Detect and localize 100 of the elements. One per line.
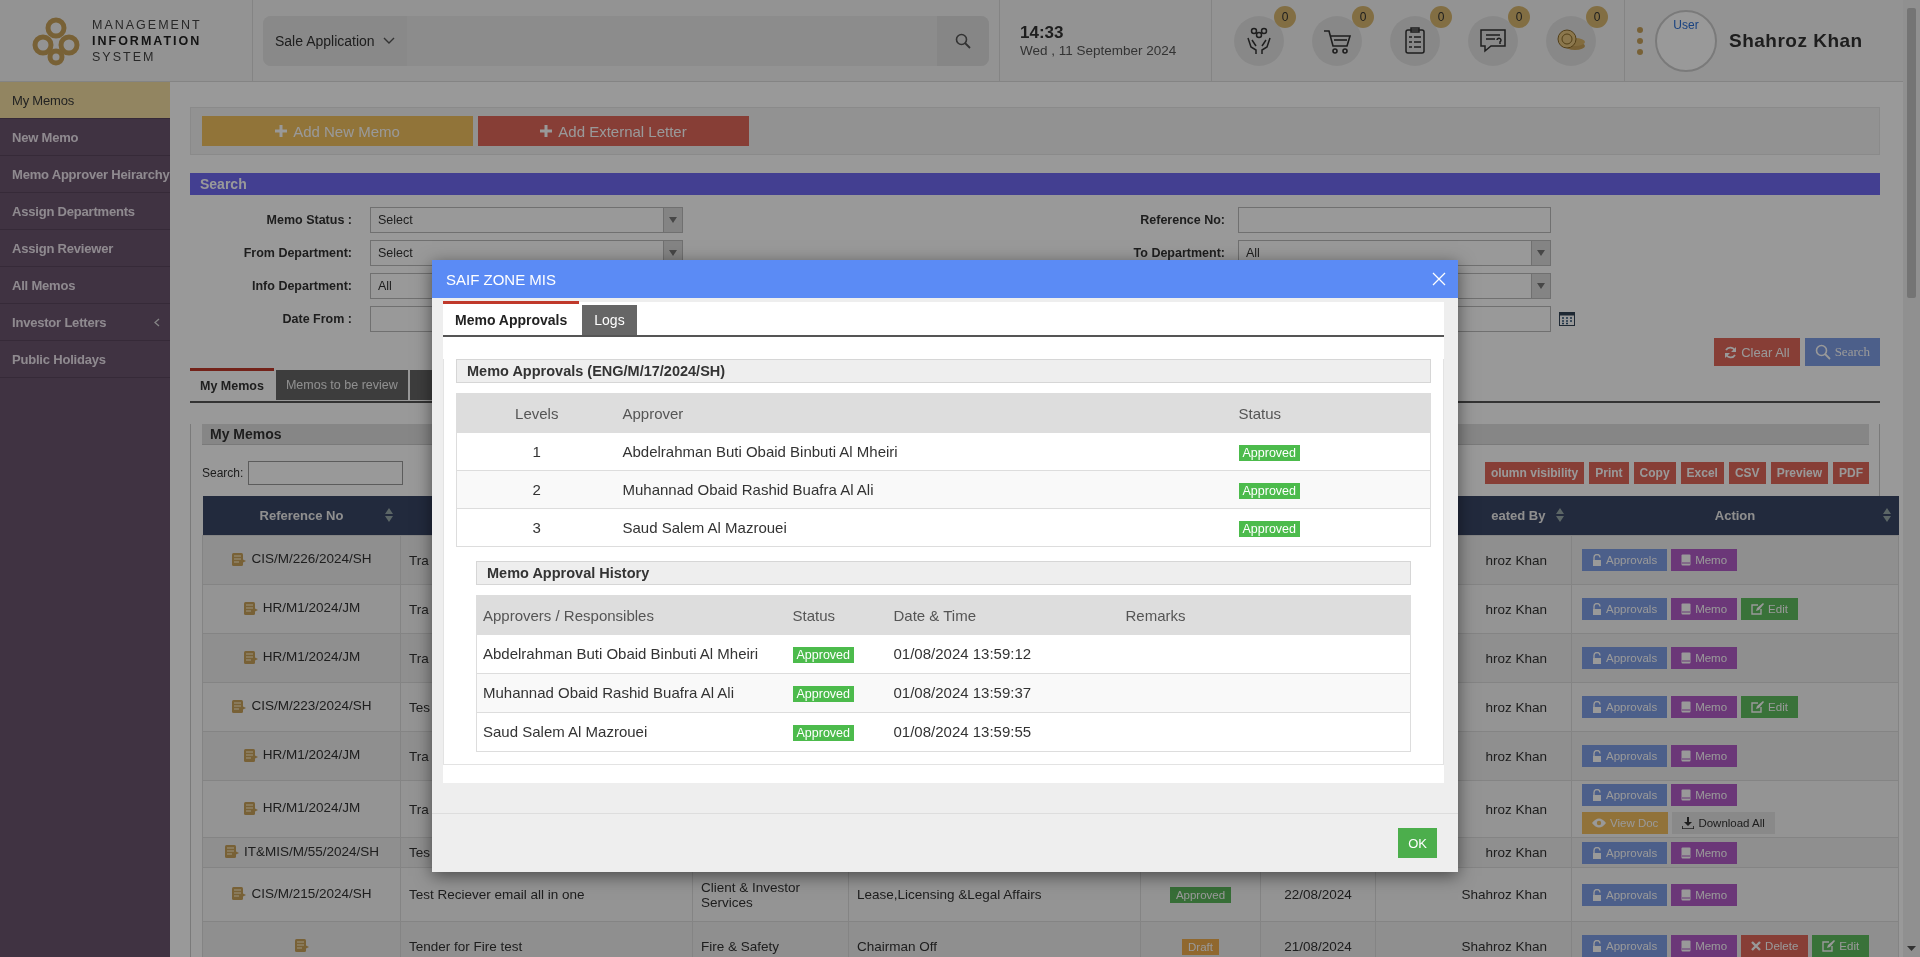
export-button[interactable]: Preview — [1770, 462, 1828, 484]
plus-icon — [275, 125, 288, 137]
column-header[interactable]: eated By — [1491, 508, 1546, 523]
approvals-button[interactable]: Approvals — [1582, 935, 1668, 957]
table-cell: Abdelrahman Buti Obaid Binbuti Al Mheiri — [483, 645, 759, 662]
table-cell: HR/M1/2024/JM — [262, 649, 361, 664]
memo-button[interactable]: Memo — [1671, 549, 1738, 571]
approvals-button[interactable]: Approvals — [1582, 696, 1668, 718]
table-cell: Lease,Licensing &Legal Affairs — [857, 887, 1042, 902]
more-icon[interactable] — [1637, 25, 1643, 56]
notification-button[interactable] — [1468, 15, 1518, 66]
document-icon — [231, 550, 248, 567]
document-icon — [231, 697, 248, 714]
table-cell: Saud Salem Al Mazrouei — [483, 723, 648, 740]
document-icon — [231, 885, 248, 901]
approvals-button[interactable]: Approvals — [1582, 647, 1668, 669]
document-icon — [293, 936, 310, 953]
table-cell: Shahroz Khan — [1461, 938, 1547, 954]
table-cell: 22/08/2024 — [1284, 887, 1352, 902]
notification-button[interactable] — [1234, 15, 1284, 66]
section-header: Memo Approvals (ENG/M/17/2024/SH) — [456, 359, 1431, 383]
padlock-icon — [1592, 789, 1602, 801]
search-button[interactable]: Search — [1804, 338, 1880, 366]
chevron-left-icon — [154, 317, 160, 327]
export-button[interactable]: Copy — [1633, 462, 1676, 484]
tab[interactable]: Logs — [582, 305, 637, 335]
x-icon — [1751, 941, 1762, 951]
padlock-icon — [1592, 701, 1602, 713]
column-header[interactable]: Action — [1714, 508, 1756, 523]
memo-button[interactable]: Memo — [1671, 647, 1738, 669]
clear-button[interactable]: Clear All — [1714, 338, 1800, 366]
approvals-button[interactable]: Approvals — [1582, 745, 1668, 767]
approvals-button[interactable]: Approvals — [1582, 598, 1668, 620]
download-button[interactable]: Download All — [1672, 812, 1775, 834]
export-button[interactable]: Print — [1589, 462, 1629, 484]
approvals-button[interactable]: Approvals — [1582, 883, 1668, 906]
table-cell: Chairman Off — [857, 938, 938, 954]
user-name: Shahroz Khan — [1729, 29, 1863, 52]
section-header: Memo Approval History — [476, 561, 1411, 585]
close-icon[interactable] — [1432, 272, 1446, 286]
export-button[interactable]: PDF — [1833, 462, 1869, 484]
column-header[interactable]: Reference No — [259, 508, 344, 523]
approvals-button[interactable]: Approvals — [1582, 784, 1668, 806]
ok-button[interactable]: OK — [1398, 828, 1437, 858]
table-cell: Tra — [409, 748, 429, 764]
padlock-icon — [1592, 554, 1602, 566]
memo-button[interactable]: Memo — [1671, 696, 1738, 718]
memo-button[interactable]: Memo — [1671, 883, 1738, 906]
book-icon — [1681, 652, 1692, 664]
export-button[interactable]: Excel — [1680, 462, 1724, 484]
table-cell: Shahroz Khan — [1461, 887, 1547, 902]
status-badge: Approved — [1238, 445, 1300, 461]
table-cell: Tra — [409, 801, 429, 817]
text-field[interactable] — [1238, 206, 1551, 233]
table-cell: Muhannad Obaid Rashid Buafra Al Ali — [622, 481, 874, 498]
avatar[interactable]: User — [1655, 9, 1717, 72]
table-cell: IT&MIS/M/55/2024/SH — [243, 843, 380, 859]
view-button[interactable]: View Doc — [1582, 812, 1669, 834]
export-button[interactable]: olumn visibility — [1484, 462, 1585, 484]
memo-button[interactable]: Memo — [1671, 784, 1738, 806]
book-icon — [1681, 846, 1692, 859]
padlock-icon — [1592, 888, 1602, 901]
status-badge: Approved — [1238, 521, 1300, 537]
status-badge: Approved — [1238, 483, 1300, 499]
export-button[interactable]: CSV — [1728, 462, 1766, 484]
field-label: To Department: — [1132, 245, 1225, 260]
notification-button[interactable] — [1546, 15, 1596, 66]
approvals-button[interactable]: Approvals — [1582, 549, 1668, 571]
tab[interactable]: Memos to be review — [275, 370, 408, 400]
add-button[interactable]: Add External Letter — [478, 116, 749, 146]
memo-button[interactable]: Memo — [1671, 598, 1738, 620]
edit-button[interactable]: Edit — [1741, 696, 1798, 718]
edit-button[interactable]: Edit — [1741, 598, 1798, 620]
scrollbar[interactable] — [1903, 0, 1920, 957]
padlock-icon — [1592, 652, 1602, 664]
notification-button[interactable] — [1390, 15, 1440, 66]
search-icon — [1814, 344, 1831, 360]
edit-icon — [1822, 940, 1836, 952]
sidebar-item[interactable]: My Memos — [0, 82, 170, 119]
table-cell: Tra — [409, 601, 429, 617]
table-cell: HR/M1/2024/JM — [262, 747, 361, 762]
search-icon — [955, 32, 971, 49]
download-icon — [1682, 817, 1695, 829]
approvals-button[interactable]: Approvals — [1582, 841, 1668, 864]
caret-icon — [669, 216, 677, 223]
select-field[interactable]: Select — [370, 206, 683, 233]
search-button[interactable] — [937, 15, 989, 66]
memo-button[interactable]: Memo — [1671, 935, 1738, 957]
table-cell: Test Reciever email all in one — [409, 887, 585, 902]
status-badge: Approved — [1169, 887, 1232, 903]
book-icon — [1681, 940, 1692, 952]
delete-button[interactable]: Delete — [1741, 935, 1809, 957]
memo-button[interactable]: Memo — [1671, 841, 1738, 864]
notification-button[interactable] — [1312, 15, 1362, 66]
edit-button[interactable]: Edit — [1812, 935, 1870, 957]
column-header: Levels — [515, 404, 559, 422]
document-icon — [242, 746, 259, 763]
memo-button[interactable]: Memo — [1671, 745, 1738, 767]
table-search-field[interactable] — [248, 461, 404, 485]
padlock-icon — [1592, 750, 1602, 762]
